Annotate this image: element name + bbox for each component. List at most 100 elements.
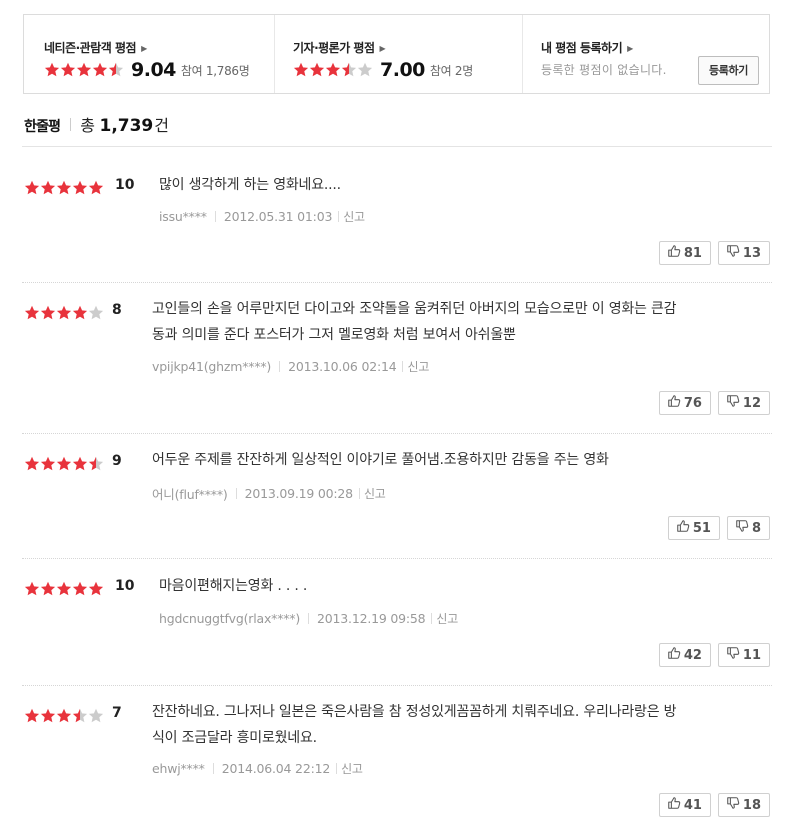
report-link[interactable]: 신고 [407, 358, 429, 375]
dislike-button[interactable]: 11 [717, 643, 770, 667]
my-rating-panel: 내 평점 등록하기 ▶ 등록한 평점이 없습니다. 등록하기 [522, 15, 769, 93]
star-icon [72, 581, 88, 596]
star-icon [24, 456, 40, 471]
star-icon [40, 581, 56, 596]
thumbs-up-icon [667, 796, 684, 814]
star-icon [88, 456, 104, 471]
critics-star-rating [293, 62, 373, 78]
thumbs-up-icon [676, 519, 693, 537]
review-star-rating [24, 305, 104, 321]
like-button[interactable]: 81 [658, 241, 711, 265]
review-list-header: 한줄평 총 1,739 건 [24, 112, 169, 136]
review-meta: 어니(fluf****) 2013.09.19 00:28 신고 [152, 484, 386, 503]
thumbs-down-icon [726, 394, 743, 412]
star-icon [108, 62, 124, 77]
like-button[interactable]: 76 [658, 391, 711, 415]
like-button[interactable]: 51 [667, 516, 720, 540]
star-icon [56, 708, 72, 723]
review-votes: 41 18 [658, 793, 770, 817]
review-text: 잔잔하네요. 그나저나 일본은 죽은사람을 참 정성있게꼼꼼하게 치뤄주네요. … [152, 704, 677, 746]
review-user[interactable]: ehwj**** [152, 761, 205, 776]
header-underline [22, 146, 772, 147]
review-user[interactable]: hgdcnuggtfvg(rlax****) [159, 611, 300, 626]
like-button[interactable]: 42 [658, 643, 711, 667]
dislike-button[interactable]: 18 [717, 793, 770, 817]
report-link[interactable]: 신고 [364, 485, 386, 502]
review-user[interactable]: vpijkp41(ghzm****) [152, 359, 271, 374]
star-icon [40, 708, 56, 723]
star-icon [72, 305, 88, 320]
thumbs-up-icon [667, 646, 684, 664]
star-icon [341, 62, 357, 77]
review-divider [22, 558, 772, 559]
review-date: 2013.12.19 09:58 [317, 611, 426, 626]
review-meta: hgdcnuggtfvg(rlax****) 2013.12.19 09:58 … [159, 610, 458, 627]
review-date: 2013.09.19 00:28 [244, 486, 354, 501]
my-rating-title[interactable]: 내 평점 등록하기 ▶ [541, 39, 633, 56]
chevron-right-icon: ▶ [627, 44, 633, 53]
review-date: 2014.06.04 22:12 [221, 761, 331, 776]
star-icon [88, 581, 104, 596]
review-score: 7 [112, 705, 122, 721]
star-icon [56, 581, 72, 596]
thumbs-up-icon [667, 244, 684, 262]
review-divider [22, 282, 772, 283]
critics-score: 7.00 [380, 59, 425, 81]
star-icon [309, 62, 325, 77]
dislike-button[interactable]: 13 [717, 241, 770, 265]
review-text: 어두운 주제를 잔잔하게 일상적인 이야기로 풀어냄.조용하지만 감동을 주는 … [152, 452, 609, 468]
critics-rating-panel: 기자·평론가 평점 ▶ 7.00 참여 2명 [274, 15, 522, 93]
review-votes: 51 8 [667, 516, 770, 540]
review-meta: ehwj**** 2014.06.04 22:12 신고 [152, 760, 363, 777]
star-icon [88, 708, 104, 723]
audience-score: 9.04 [131, 59, 176, 81]
star-icon [24, 581, 40, 596]
review-divider [22, 685, 772, 686]
review-score: 10 [115, 578, 135, 594]
review-votes: 81 13 [658, 241, 770, 265]
dislike-button[interactable]: 12 [717, 391, 770, 415]
review-text: 마음이편해지는영화 . . . . [159, 578, 308, 594]
review-score: 9 [112, 453, 122, 469]
star-icon [88, 305, 104, 320]
star-icon [40, 180, 56, 195]
star-icon [56, 180, 72, 195]
review-divider [22, 433, 772, 434]
star-icon [56, 456, 72, 471]
total-count: 1,739 [99, 116, 154, 136]
review-text: 고인들의 손을 어루만지던 다이고와 조약돌을 움켜쥐던 아버지의 모습으로만 … [152, 301, 677, 343]
report-link[interactable]: 신고 [341, 760, 363, 777]
star-icon [72, 708, 88, 723]
star-icon [88, 180, 104, 195]
my-rating-note: 등록한 평점이 없습니다. [541, 63, 667, 77]
star-icon [24, 180, 40, 195]
audience-participation: 참여 1,786명 [180, 63, 250, 78]
star-icon [76, 62, 92, 77]
report-link[interactable]: 신고 [343, 208, 365, 225]
like-button[interactable]: 41 [658, 793, 711, 817]
review-score: 8 [112, 302, 122, 318]
review-date: 2012.05.31 01:03 [223, 209, 333, 224]
review-votes: 42 11 [658, 643, 770, 667]
review-user[interactable]: issu**** [159, 209, 207, 224]
audience-rating-title[interactable]: 네티즌·관람객 평점 ▶ [44, 39, 147, 56]
audience-rating-panel: 네티즌·관람객 평점 ▶ 9.04 참여 1,786명 [24, 15, 274, 93]
total-prefix: 총 [80, 116, 95, 135]
review-user[interactable]: 어니(fluf****) [152, 484, 228, 503]
critics-rating-title[interactable]: 기자·평론가 평점 ▶ [293, 39, 386, 56]
star-icon [24, 305, 40, 320]
star-icon [40, 456, 56, 471]
chevron-right-icon: ▶ [141, 44, 147, 53]
section-title: 한줄평 [24, 119, 61, 135]
register-rating-button[interactable]: 등록하기 [698, 56, 759, 85]
report-link[interactable]: 신고 [436, 610, 458, 627]
star-icon [72, 456, 88, 471]
review-star-rating [24, 456, 104, 472]
review-score: 10 [115, 177, 135, 193]
rating-summary: 네티즌·관람객 평점 ▶ 9.04 참여 1,786명 기자·평론가 평점 ▶ 7.… [23, 14, 770, 94]
dislike-button[interactable]: 8 [726, 516, 770, 540]
thumbs-down-icon [735, 519, 752, 537]
star-icon [72, 180, 88, 195]
review-text: 많이 생각하게 하는 영화네요.... [159, 177, 341, 193]
star-icon [56, 305, 72, 320]
